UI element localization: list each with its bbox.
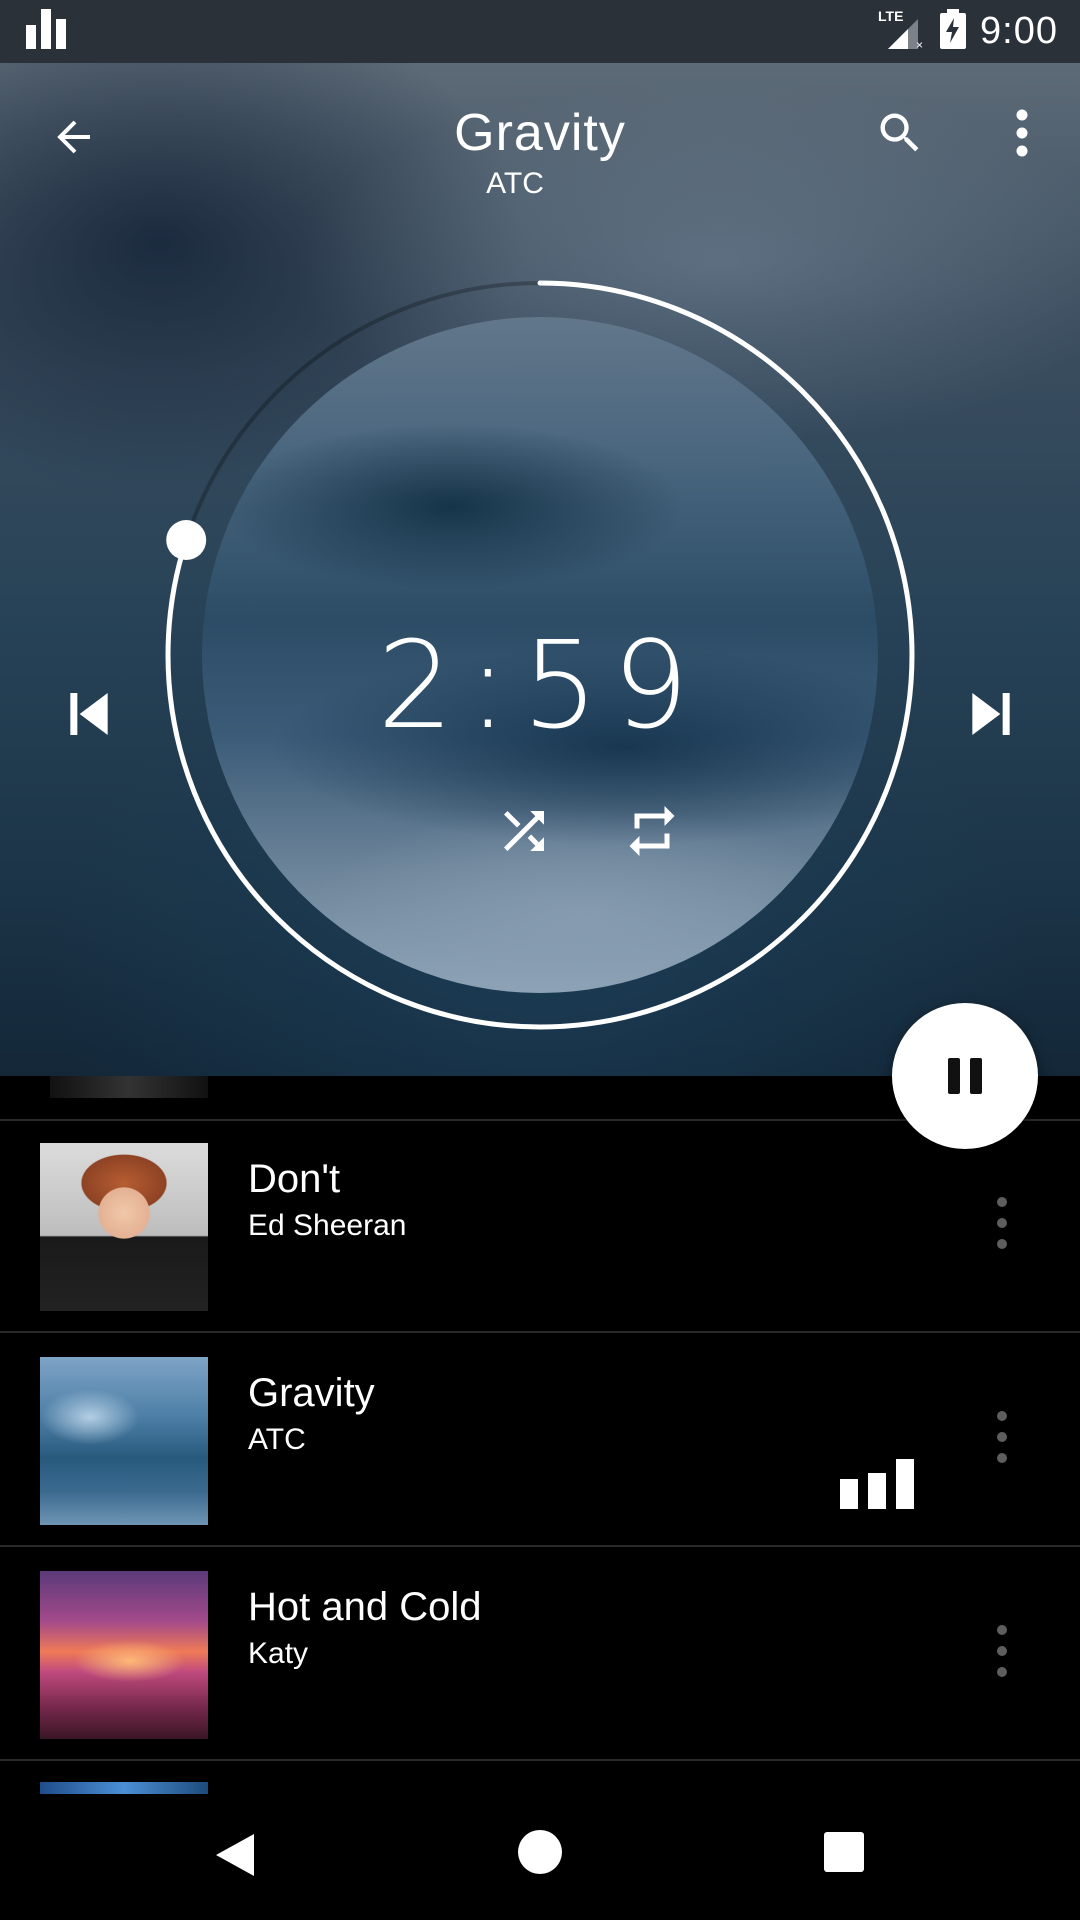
header-artist: ATC — [486, 167, 544, 200]
song-artist: Ed Sheeran — [248, 1209, 407, 1242]
progress-dial[interactable]: 2:59 — [160, 275, 920, 1035]
album-artwork: 2:59 — [202, 317, 878, 993]
elapsed-time: 2:59 — [377, 617, 703, 756]
more-vert-icon — [1016, 109, 1028, 157]
now-playing-equalizer-icon — [840, 1459, 914, 1509]
nav-back-button[interactable] — [210, 1830, 260, 1880]
skip-previous-button[interactable] — [56, 681, 122, 747]
song-title: Don't — [248, 1157, 341, 1201]
shuffle-button[interactable] — [490, 797, 558, 865]
more-vert-icon — [997, 1197, 1007, 1249]
nav-home-button[interactable] — [518, 1830, 562, 1874]
search-button[interactable] — [866, 99, 934, 167]
more-options-button[interactable] — [988, 99, 1056, 167]
song-more-button[interactable] — [986, 1621, 1018, 1681]
nav-back-icon — [216, 1834, 254, 1876]
repeat-icon — [629, 806, 675, 856]
song-title: Hot and Cold — [248, 1585, 482, 1629]
more-vert-icon — [997, 1625, 1007, 1677]
list-item[interactable]: Hot and Cold Katy — [0, 1549, 1080, 1761]
more-vert-icon — [997, 1411, 1007, 1463]
battery-charging-icon — [940, 9, 967, 54]
song-thumbnail — [40, 1357, 208, 1525]
shuffle-icon — [504, 811, 544, 851]
status-time: 9:00 — [980, 10, 1058, 52]
repeat-button[interactable] — [618, 797, 686, 865]
list-item-now-playing[interactable]: Gravity ATC — [0, 1335, 1080, 1547]
song-thumbnail — [50, 1076, 208, 1098]
skip-previous-icon — [70, 693, 108, 735]
song-thumbnail — [40, 1143, 208, 1311]
search-icon — [880, 113, 919, 152]
song-list[interactable]: Don't Ed Sheeran Gravity ATC Hot and Col… — [0, 1076, 1080, 1794]
equalizer-app-icon — [26, 9, 70, 54]
pause-button[interactable] — [892, 1003, 1038, 1149]
song-artist: Katy — [248, 1637, 309, 1670]
svg-text:×: × — [916, 38, 923, 51]
list-item[interactable]: Don't Ed Sheeran — [0, 1121, 1080, 1333]
song-thumbnail-partial — [40, 1782, 208, 1794]
svg-text:LTE: LTE — [878, 8, 903, 24]
song-thumbnail — [40, 1571, 208, 1739]
lte-signal-icon: LTE × — [878, 7, 926, 56]
song-artist: ATC — [248, 1423, 306, 1456]
status-bar: LTE × 9:00 — [0, 0, 1080, 63]
pause-icon — [948, 1058, 982, 1094]
player-toolbar: Gravity ATC — [0, 63, 1080, 213]
system-navigation-bar — [0, 1794, 1080, 1920]
song-title: Gravity — [248, 1371, 375, 1415]
skip-next-icon — [972, 693, 1010, 735]
now-playing-panel: Gravity ATC 2:59 — [0, 63, 1080, 1076]
nav-recents-button[interactable] — [824, 1832, 864, 1872]
song-more-button[interactable] — [986, 1193, 1018, 1253]
song-more-button[interactable] — [986, 1407, 1018, 1467]
skip-next-button[interactable] — [958, 681, 1024, 747]
